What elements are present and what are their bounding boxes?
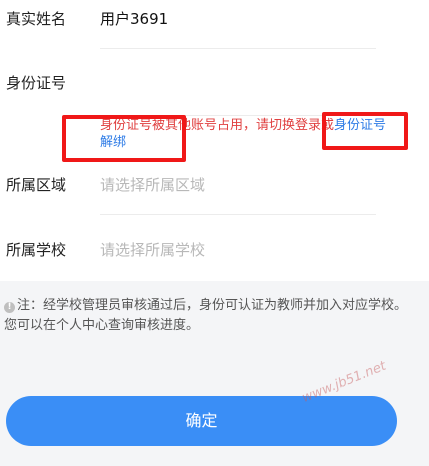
real-name-value: 用户3691 [100,10,169,28]
confirm-button[interactable]: 确定 [6,396,397,446]
note: ! 注：经学校管理员审核通过后，身份可认证为教师并加入对应学校。您可以在个人中心查… [4,296,419,336]
school-select[interactable]: 请选择所属学校 [100,239,205,260]
real-name-label: 真实姓名 [6,10,67,28]
info-icon: ! [4,302,15,313]
highlight-box-error-text [62,115,186,162]
divider [100,214,376,215]
divider [100,48,376,49]
note-text: 注：经学校管理员审核通过后，身份可认证为教师并加入对应学校。您可以在个人中心查询… [4,298,408,333]
id-number-label: 身份证号 [6,74,67,92]
region-label: 所属区域 [6,176,67,194]
region-select[interactable]: 请选择所属区域 [100,174,205,195]
highlight-box-unbind-link [322,112,408,150]
school-label: 所属学校 [6,241,67,259]
